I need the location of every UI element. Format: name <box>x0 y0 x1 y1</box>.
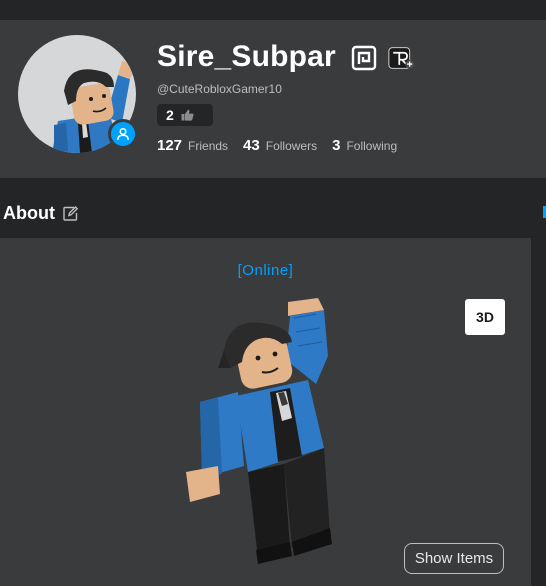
toggle-3d-button[interactable]: 3D <box>465 299 505 335</box>
avatar-viewer-panel: [Online] 3D Show Items <box>0 238 531 586</box>
level-chip-value: 2 <box>166 107 174 123</box>
stat-followers[interactable]: 43 Followers <box>243 137 317 154</box>
premium-badge-icon <box>351 45 377 71</box>
verified-creator-badge-icon <box>388 47 414 69</box>
stat-followers-count: 43 <box>243 137 260 154</box>
thumbs-up-icon <box>181 109 194 121</box>
profile-header-card: Sire_Subpar @CuteRobloxGamer10 2 127 Fri… <box>0 20 546 178</box>
presence-status-text[interactable]: [Online] <box>0 262 531 279</box>
stat-following-count: 3 <box>332 137 341 154</box>
presence-badge <box>108 119 138 149</box>
profile-avatar[interactable] <box>18 35 138 153</box>
profile-display-name: Sire_Subpar <box>157 40 336 73</box>
about-title: About <box>3 203 55 223</box>
stat-friends-label: Friends <box>188 139 229 153</box>
profile-username-handle: @CuteRobloxGamer10 <box>157 82 282 96</box>
level-chip: 2 <box>157 104 213 126</box>
stat-friends[interactable]: 127 Friends <box>157 137 228 154</box>
stat-followers-label: Followers <box>265 139 318 153</box>
stat-friends-count: 127 <box>157 137 183 154</box>
user-presence-icon <box>117 127 129 141</box>
about-section-header: About <box>3 203 78 224</box>
stat-following[interactable]: 3 Following <box>332 137 397 154</box>
show-items-button[interactable]: Show Items <box>404 543 504 574</box>
profile-stats: 127 Friends 43 Followers 3 Following <box>157 137 412 154</box>
stat-following-label: Following <box>346 139 398 153</box>
avatar-figure <box>186 298 332 564</box>
edit-icon[interactable] <box>63 206 78 221</box>
